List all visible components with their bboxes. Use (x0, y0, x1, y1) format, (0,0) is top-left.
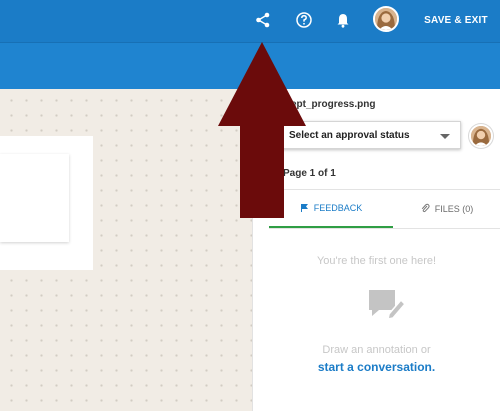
top-bar: SAVE & EXIT (0, 0, 500, 42)
chat-icon (367, 288, 407, 322)
empty-state-message: You're the first one here! (316, 255, 437, 267)
user-avatar[interactable] (373, 6, 399, 32)
big-red-arrow (218, 42, 306, 218)
tab-files[interactable]: FILES (0) (393, 190, 500, 228)
bell-icon[interactable] (331, 8, 355, 32)
artboard-image[interactable] (0, 154, 69, 242)
reviewer-avatar[interactable] (469, 124, 493, 148)
tab-feedback-label: FEEDBACK (313, 203, 363, 213)
start-conversation-link[interactable]: start a conversation. (253, 360, 500, 374)
help-icon[interactable] (292, 8, 316, 32)
chevron-down-icon (440, 134, 450, 139)
empty-state-hint: Draw an annotation or (322, 344, 431, 356)
canvas-area[interactable] (0, 89, 252, 411)
tab-files-label: FILES (0) (434, 204, 474, 214)
save-exit-button[interactable]: SAVE & EXIT (414, 11, 498, 29)
paperclip-icon (420, 203, 430, 215)
share-icon[interactable] (251, 8, 275, 32)
approval-status-label: Select an approval status (289, 130, 410, 141)
